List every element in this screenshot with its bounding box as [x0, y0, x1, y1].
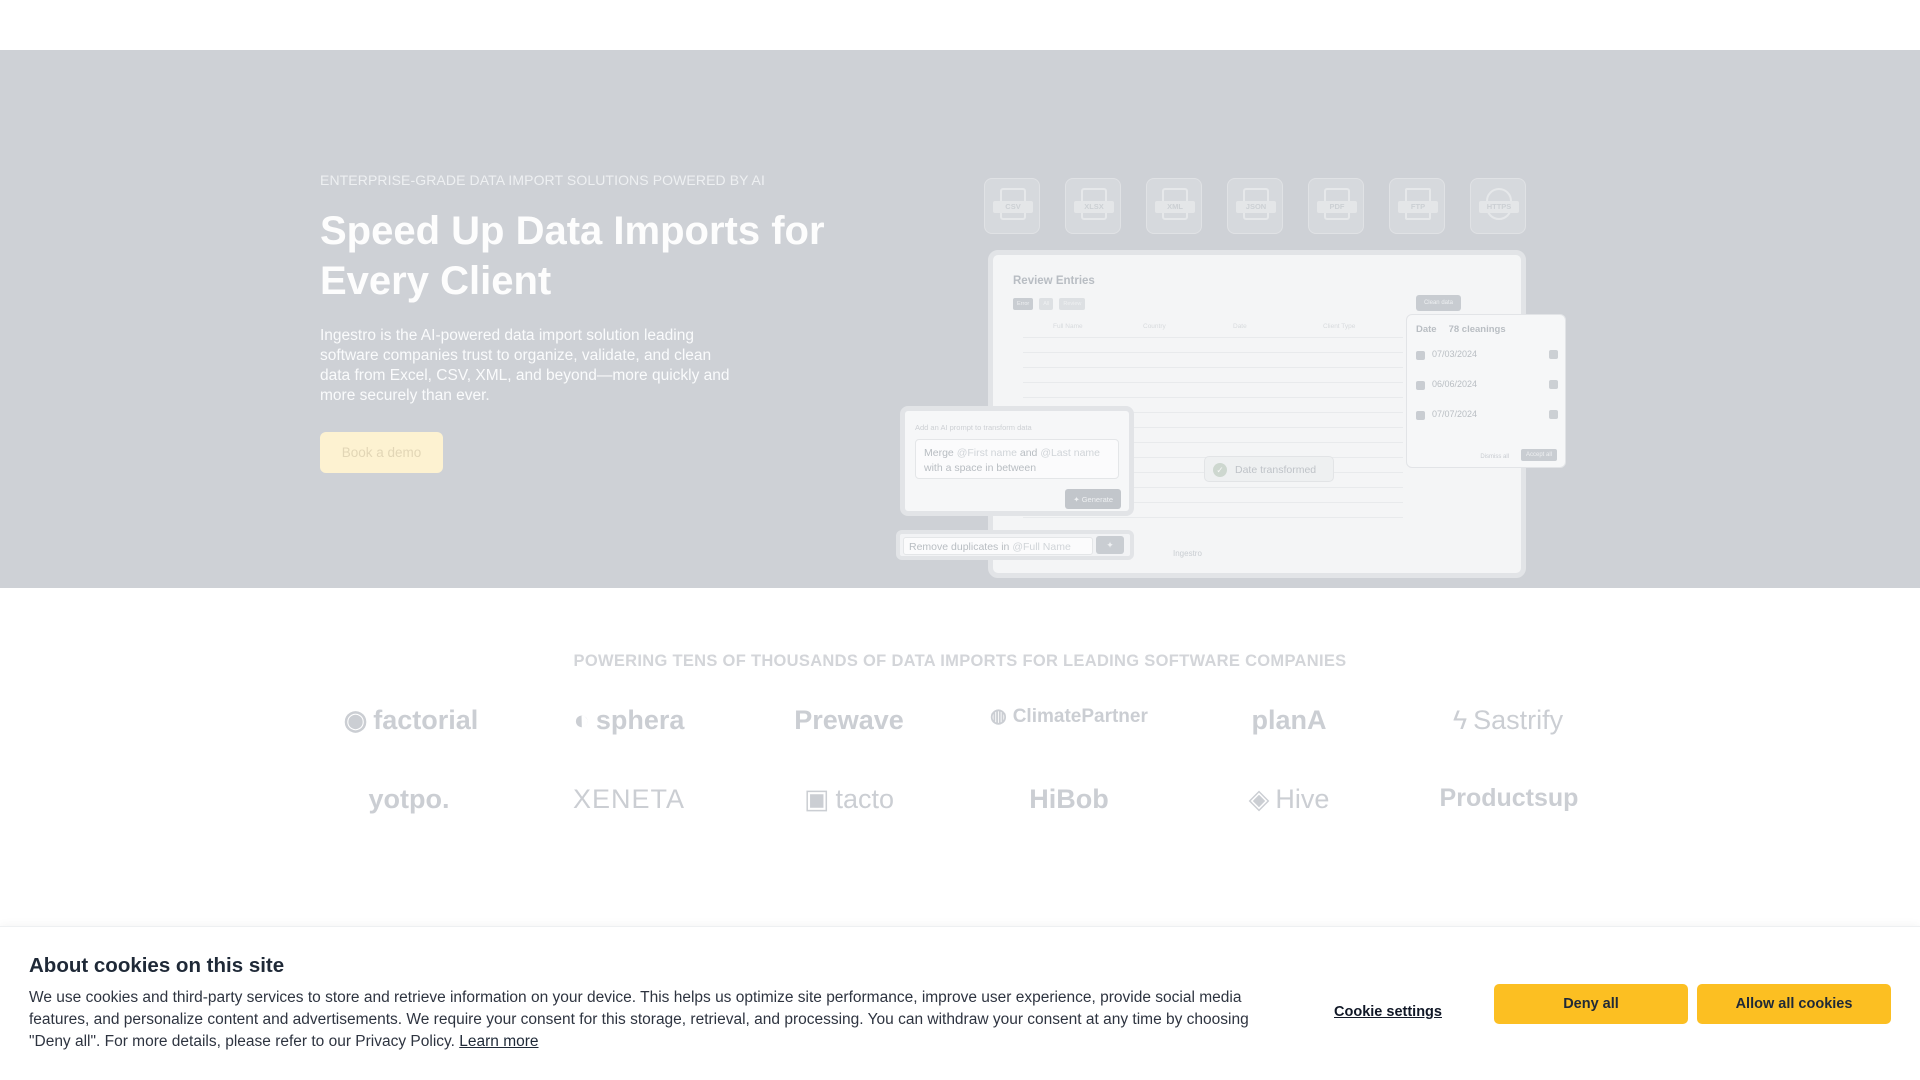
list-item: 06/06/2024: [1416, 379, 1558, 403]
list-item: 07/03/2024: [1416, 349, 1558, 373]
deny-all-button[interactable]: Deny all: [1494, 984, 1688, 1024]
json-file-icon: JSON: [1227, 178, 1283, 234]
sparkle-icon: ✦: [1073, 494, 1082, 504]
powered-by-ingestro: Ingestro: [1173, 549, 1202, 558]
sastrify-logo: ϟ Sastrify: [1452, 705, 1564, 735]
climatepartner-logo: ◍ ClimatePartner: [990, 705, 1148, 728]
generate-button: ✦ Generate: [1065, 489, 1121, 509]
hero-eyebrow: ENTERPRISE-GRADE DATA IMPORT SOLUTIONS P…: [320, 172, 765, 188]
table-row: [1023, 382, 1403, 383]
csv-file-icon: CSV: [984, 178, 1040, 234]
sphera-logo: ◐ sphera: [573, 705, 685, 735]
accept-all-button: Accept all: [1520, 449, 1557, 461]
filter-pill: All: [1039, 298, 1054, 310]
list-item: 07/07/2024: [1416, 409, 1558, 433]
tacto-logo: ▣ tacto: [803, 784, 895, 814]
hero-section: ENTERPRISE-GRADE DATA IMPORT SOLUTIONS P…: [0, 50, 1920, 588]
checkbox-icon: [1416, 381, 1425, 390]
column-header: Client Type: [1323, 323, 1356, 330]
top-nav-bar: [0, 0, 1920, 50]
dedupe-prompt-mockup: Remove duplicates in @Full Name ✦: [896, 530, 1134, 560]
checkbox-icon: [1416, 351, 1425, 360]
plana-logo: planA: [1251, 705, 1327, 735]
book-demo-button[interactable]: Book a demo: [320, 432, 443, 473]
prompt-input: Merge @First name and @Last name with a …: [915, 439, 1119, 479]
column-header: Full Name: [1053, 323, 1083, 330]
pdf-file-icon: PDF: [1308, 178, 1364, 234]
filter-pills: Error All Review: [1013, 298, 1086, 310]
table-row: [1023, 517, 1403, 518]
hibob-logo: HiBob: [1029, 784, 1109, 814]
hero-title: Speed Up Data Imports for Every Client: [320, 209, 825, 303]
hive-logo: ◈ Hive: [1248, 784, 1330, 814]
cookie-title: About cookies on this site: [29, 954, 285, 977]
clean-data-button: Clean data: [1415, 295, 1461, 311]
dedupe-input: Remove duplicates in @Full Name: [903, 537, 1093, 555]
accept-icon: [1549, 410, 1558, 419]
checkmark-icon: ✓: [1213, 463, 1227, 477]
xeneta-logo: XENETA: [572, 784, 686, 814]
filter-pill: Error: [1013, 298, 1034, 310]
accept-icon: [1549, 350, 1558, 359]
dismiss-all-link: Dismiss all: [1480, 454, 1509, 460]
prompt-label: Add an AI prompt to transform data: [915, 423, 1032, 432]
hero-lead: Ingestro is the AI-powered data import s…: [320, 327, 730, 404]
table-row: [1023, 337, 1403, 338]
factorial-logo: ◉ factorial: [343, 705, 479, 735]
person-circle-icon: ◉: [343, 705, 368, 735]
prewave-logo: Prewave: [794, 705, 904, 735]
cookie-body: We use cookies and third-party services …: [29, 989, 1249, 1050]
cookie-settings-button[interactable]: Cookie settings: [1330, 997, 1446, 1027]
productsup-logo: Productsup: [1439, 784, 1579, 812]
powering-heading: POWERING TENS OF THOUSANDS OF DATA IMPOR…: [573, 652, 1347, 670]
layers-icon: ◈: [1248, 784, 1270, 814]
pin-icon: ◍: [990, 706, 1007, 727]
https-globe-icon: HTTPS: [1470, 178, 1526, 234]
yotpo-logo: yotpo.: [368, 784, 450, 814]
learn-more-link[interactable]: Learn more: [459, 1033, 538, 1050]
checkbox-icon: [1416, 411, 1425, 420]
sparkle-icon: ✦: [1096, 536, 1124, 554]
accept-icon: [1549, 380, 1558, 389]
review-entries-title: Review Entries: [1013, 275, 1095, 287]
cookie-banner: About cookies on this site We use cookie…: [0, 926, 1920, 1080]
table-row: [1023, 397, 1403, 398]
ai-prompt-mockup: Add an AI prompt to transform data Merge…: [900, 406, 1134, 516]
table-row: [1023, 352, 1403, 353]
column-header: Country: [1143, 323, 1166, 330]
date-cleanings-panel: Date 78 cleanings 07/03/2024 06/06/2024 0…: [1406, 314, 1566, 468]
column-header: Date: [1233, 323, 1247, 330]
xml-file-icon: XML: [1146, 178, 1202, 234]
xlsx-file-icon: XLSX: [1065, 178, 1121, 234]
filter-pill: Review: [1059, 298, 1086, 310]
tacto-square-icon: ▣: [803, 784, 830, 814]
allow-all-cookies-button[interactable]: Allow all cookies: [1697, 984, 1891, 1024]
date-transformed-toast: ✓ Date transformed: [1204, 456, 1334, 482]
table-row: [1023, 367, 1403, 368]
ftp-folder-icon: FTP: [1389, 178, 1445, 234]
sphere-icon: ◐: [573, 705, 590, 735]
bolt-icon: ϟ: [1452, 705, 1468, 735]
